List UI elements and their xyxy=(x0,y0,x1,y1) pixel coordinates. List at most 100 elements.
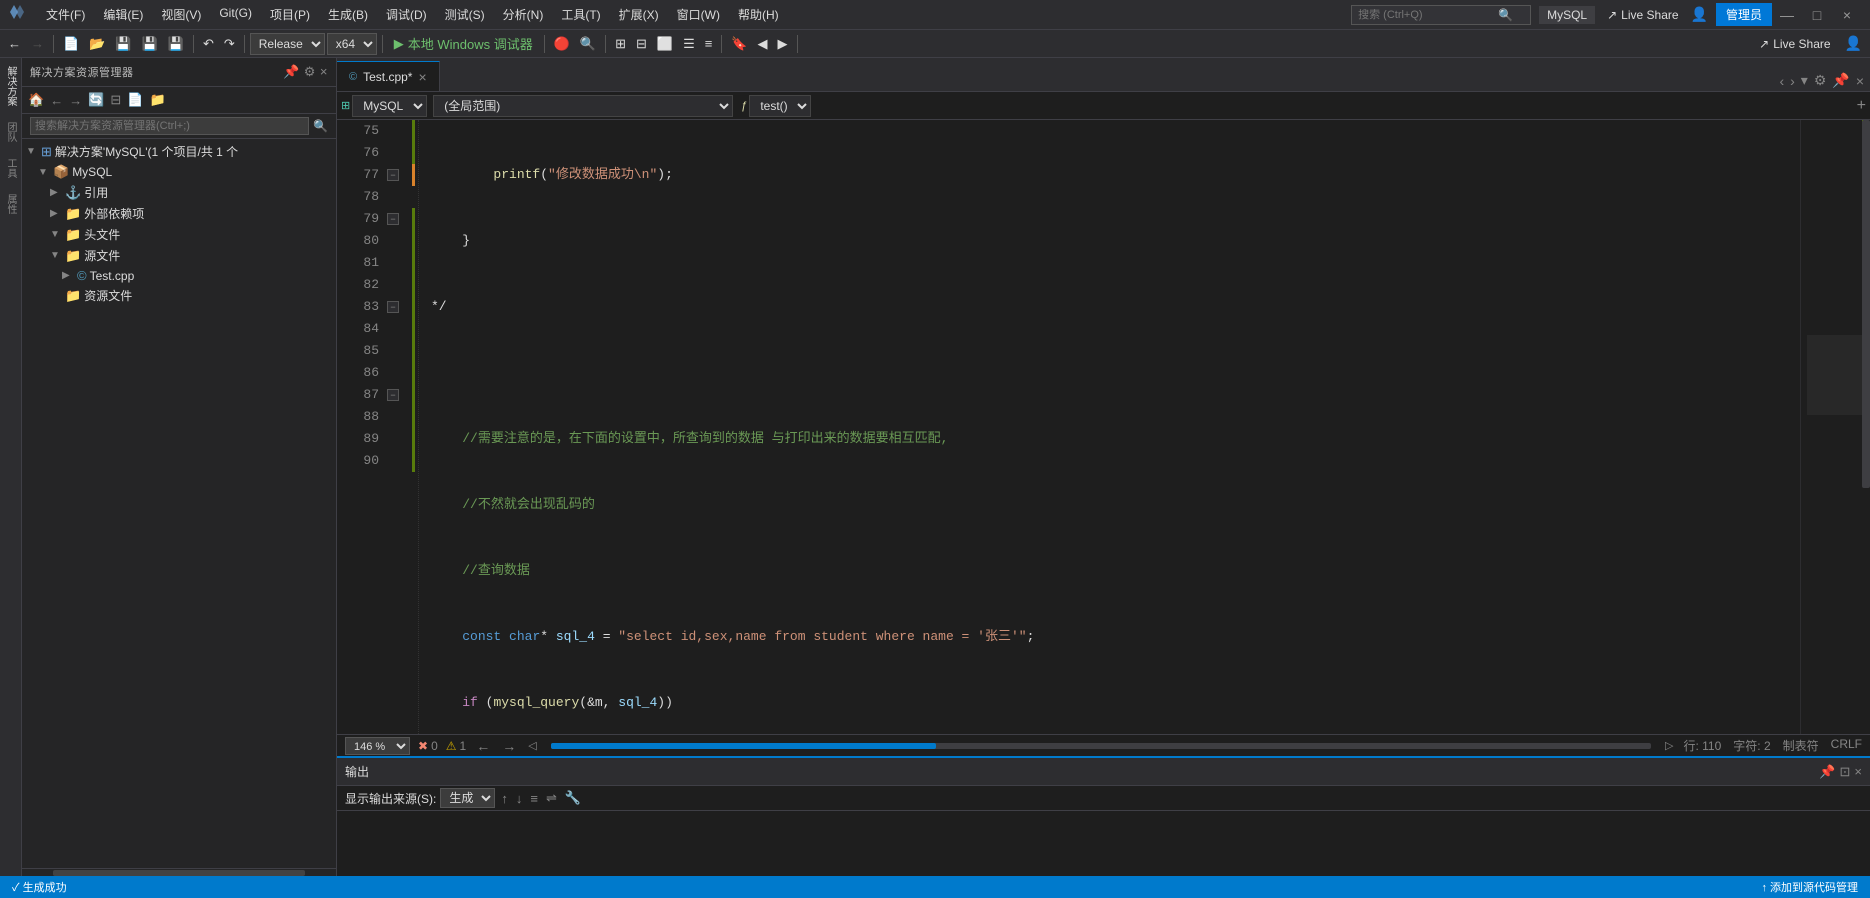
maximize-button[interactable]: □ xyxy=(1802,0,1832,30)
save-button[interactable]: 💾 xyxy=(111,34,135,54)
zoom-dropdown[interactable]: 146 % xyxy=(345,737,410,755)
close-button[interactable]: × xyxy=(1832,0,1862,30)
admin-button[interactable]: 管理员 xyxy=(1716,3,1772,26)
nav-prev-btn[interactable]: ← xyxy=(474,737,492,755)
menu-git[interactable]: Git(G) xyxy=(211,4,260,25)
activity-tool-1[interactable]: 工具 xyxy=(1,154,20,182)
output-close-icon[interactable]: × xyxy=(1854,764,1862,779)
output-clear-btn[interactable]: ≡ xyxy=(528,789,540,808)
nav-end-btn[interactable]: ▷ xyxy=(1663,738,1675,753)
fold-btn-87[interactable]: − xyxy=(387,389,399,401)
account-icon[interactable]: 👤 xyxy=(1841,35,1866,52)
output-pin-icon[interactable]: 📌 xyxy=(1819,764,1835,780)
menu-help[interactable]: 帮助(H) xyxy=(730,4,787,25)
tree-ext-deps[interactable]: ▶ 📁 外部依赖项 xyxy=(22,203,336,224)
sidebar-search-input[interactable] xyxy=(30,117,309,135)
live-share-button[interactable]: ↗ Live Share xyxy=(1599,6,1686,24)
menu-debug[interactable]: 调试(D) xyxy=(378,4,435,25)
user-icon[interactable]: 👤 xyxy=(1687,4,1712,25)
bookmark-next[interactable]: ▶ xyxy=(774,34,792,54)
output-filter-btn[interactable]: 🔧 xyxy=(563,788,583,808)
nav-start-btn[interactable]: ◁ xyxy=(526,738,538,753)
open-button[interactable]: 📂 xyxy=(85,34,109,54)
format-btn-3[interactable]: ⬜ xyxy=(653,34,677,54)
arch-dropdown[interactable]: x64 xyxy=(327,33,377,55)
back-button[interactable]: ← xyxy=(4,34,25,53)
global-search-box[interactable]: 🔍 xyxy=(1351,5,1531,25)
output-wrap-btn[interactable]: ⇌ xyxy=(544,788,559,808)
scope-dropdown[interactable]: (全局范围) xyxy=(433,95,733,117)
global-search-input[interactable] xyxy=(1358,9,1498,21)
activity-solution-explorer[interactable]: 解决方案 xyxy=(1,62,20,110)
tree-sources[interactable]: ▼ 📁 源文件 xyxy=(22,245,336,266)
minimize-button[interactable]: — xyxy=(1772,0,1802,30)
menu-tools[interactable]: 工具(T) xyxy=(553,4,608,25)
minimap-scrollbar-thumb[interactable] xyxy=(1862,120,1870,488)
sidebar-scrollbar[interactable] xyxy=(22,868,336,876)
warning-count[interactable]: ⚠ 1 xyxy=(446,739,466,753)
fold-btn-83[interactable]: − xyxy=(387,301,399,313)
sidebar-home-btn[interactable]: 🏠 xyxy=(26,90,46,110)
breakpoint-button[interactable]: 🔴 xyxy=(550,34,574,54)
add-split-button[interactable]: + xyxy=(1857,97,1866,115)
sidebar-refresh-btn[interactable]: 🔄 xyxy=(86,90,106,110)
menu-window[interactable]: 窗口(W) xyxy=(669,4,728,25)
menu-project[interactable]: 项目(P) xyxy=(262,4,318,25)
activity-team-explorer[interactable]: 团队 xyxy=(1,118,20,146)
menu-analyze[interactable]: 分析(N) xyxy=(495,4,552,25)
tree-resources[interactable]: ▶ 📁 资源文件 xyxy=(22,285,336,306)
nav-next-btn[interactable]: → xyxy=(500,737,518,755)
tab-panel-close[interactable]: × xyxy=(1854,71,1866,91)
sidebar-back-btn[interactable]: ← xyxy=(48,91,65,110)
tree-references[interactable]: ▶ ⚓ 引用 xyxy=(22,182,336,203)
tab-close-btn[interactable]: × xyxy=(418,69,426,85)
redo-button[interactable]: ↷ xyxy=(220,34,239,54)
tree-solution[interactable]: ▼ ⊞ 解决方案'MySQL'(1 个项目/共 1 个 xyxy=(22,141,336,162)
menu-file[interactable]: 文件(F) xyxy=(38,4,93,25)
menu-view[interactable]: 视图(V) xyxy=(153,4,209,25)
sidebar-collapse-btn[interactable]: ⊟ xyxy=(108,90,123,110)
search-tb-button[interactable]: 🔍 xyxy=(576,34,600,54)
tab-scroll-right[interactable]: › xyxy=(1788,71,1797,91)
new-project-button[interactable]: 📄 xyxy=(59,34,83,54)
sidebar-newfile-btn[interactable]: 📄 xyxy=(125,90,145,110)
fold-btn-79[interactable]: − xyxy=(387,213,399,225)
fold-btn-77[interactable]: − xyxy=(387,169,399,181)
sidebar-close-icon[interactable]: × xyxy=(320,64,328,80)
pin-icon[interactable]: 📌 xyxy=(1830,70,1851,91)
status-source-control[interactable]: ↑ 添加到源代码管理 xyxy=(1757,879,1862,895)
sidebar-settings-icon[interactable]: ⚙ xyxy=(304,64,316,80)
save-all-button[interactable]: 💾 xyxy=(138,34,162,54)
liveshare-toolbar-button[interactable]: ↗ Live Share xyxy=(1751,35,1838,53)
menu-build[interactable]: 生成(B) xyxy=(320,4,376,25)
menu-test[interactable]: 测试(S) xyxy=(437,4,493,25)
undo-button[interactable]: ↶ xyxy=(199,34,218,54)
output-down-btn[interactable]: ↓ xyxy=(514,789,525,808)
error-count[interactable]: ✖ 0 xyxy=(418,739,438,753)
sidebar-newfolder-btn[interactable]: 📁 xyxy=(147,90,167,110)
save-selected-button[interactable]: 💾 xyxy=(164,34,188,54)
format-btn-1[interactable]: ⊞ xyxy=(611,34,630,54)
tab-scroll-down[interactable]: ▾ xyxy=(1799,70,1810,91)
format-btn-2[interactable]: ⊟ xyxy=(632,34,651,54)
bookmark-btn[interactable]: 🔖 xyxy=(727,34,751,54)
bookmark-prev[interactable]: ◀ xyxy=(754,34,772,54)
function-dropdown[interactable]: test() xyxy=(749,95,811,117)
format-btn-4[interactable]: ☰ xyxy=(679,34,699,54)
settings-icon[interactable]: ⚙ xyxy=(1812,70,1829,91)
format-btn-5[interactable]: ≡ xyxy=(701,34,717,53)
forward-button[interactable]: → xyxy=(27,34,48,53)
menu-edit[interactable]: 编辑(E) xyxy=(95,4,151,25)
output-up-btn[interactable]: ↑ xyxy=(499,789,510,808)
sidebar-forward-btn[interactable]: → xyxy=(67,91,84,110)
build-config-dropdown[interactable]: Release xyxy=(250,33,325,55)
tree-headers[interactable]: ▼ 📁 头文件 xyxy=(22,224,336,245)
code-content[interactable]: printf("修改数据成功\n"); } */ //需要注意的是，在下面的设置… xyxy=(423,120,1800,734)
tree-test-cpp[interactable]: ▶ © Test.cpp xyxy=(22,266,336,285)
tab-scroll-left[interactable]: ‹ xyxy=(1777,71,1786,91)
output-detach-icon[interactable]: ⊡ xyxy=(1840,764,1851,780)
tree-mysql-project[interactable]: ▼ 📦 MySQL xyxy=(22,162,336,182)
output-source-dropdown[interactable]: 生成 xyxy=(440,788,495,808)
tab-test-cpp[interactable]: © Test.cpp* × xyxy=(337,61,440,91)
status-build-success[interactable]: ✓ 生成成功 xyxy=(8,879,71,895)
